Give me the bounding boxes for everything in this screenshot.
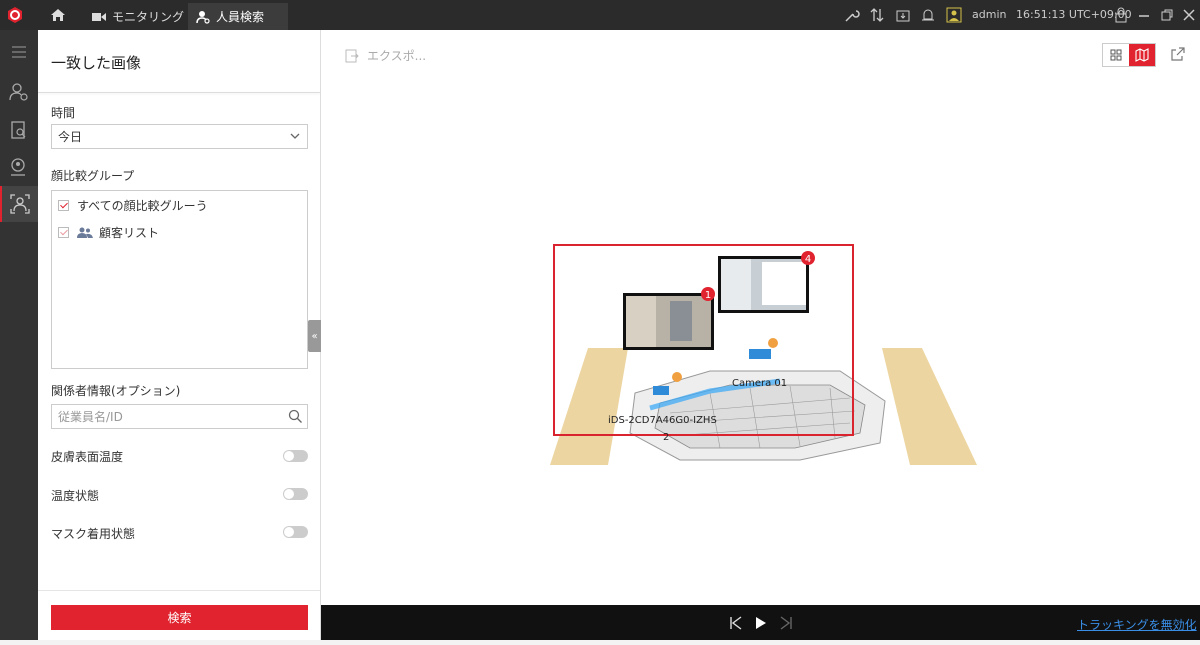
grid-icon xyxy=(1110,49,1122,61)
transfer-icon[interactable] xyxy=(869,7,885,23)
time-select[interactable]: 今日 xyxy=(51,124,308,149)
camera-label: Camera 01 xyxy=(732,378,787,389)
person-search-input[interactable] xyxy=(52,405,272,428)
wrench-icon[interactable] xyxy=(843,7,861,23)
skip-start-icon[interactable] xyxy=(729,616,743,630)
map-view-button[interactable] xyxy=(1129,44,1155,66)
minimize-icon[interactable] xyxy=(1137,7,1151,23)
face-search-icon xyxy=(11,158,25,176)
username[interactable]: admin xyxy=(972,8,1006,21)
time-label: 時間 xyxy=(51,106,76,120)
download-icon[interactable] xyxy=(895,7,911,23)
group-customer-checkbox[interactable] xyxy=(58,227,69,238)
group-customer-row[interactable]: 顧客リスト xyxy=(58,224,159,241)
group-customer-label: 顧客リスト xyxy=(99,226,160,240)
person-info-label: 関係者情報(オプション) xyxy=(51,384,181,398)
chevron-down-icon xyxy=(290,133,300,139)
group-list: すべての顔比較グルーう 顧客リスト xyxy=(51,190,308,369)
map-zone-left xyxy=(550,348,628,465)
person-frame-icon xyxy=(10,194,30,214)
divider xyxy=(38,92,320,93)
temp-status-toggle[interactable] xyxy=(283,488,308,500)
person-search-box[interactable] xyxy=(51,404,308,429)
group-label: 顔比較グループ xyxy=(51,169,135,183)
person-add-icon xyxy=(9,83,28,101)
tab-monitoring[interactable]: モニタリング xyxy=(84,3,184,30)
skin-temp-label: 皮膚表面温度 xyxy=(51,450,124,464)
restore-icon[interactable] xyxy=(1160,7,1174,23)
nav-record-search[interactable] xyxy=(0,112,38,148)
camera-marker[interactable] xyxy=(768,338,778,348)
badge-1: 1 xyxy=(705,290,711,301)
popout-icon[interactable] xyxy=(1171,47,1185,61)
camera-marker[interactable] xyxy=(672,372,682,382)
floor-plan xyxy=(629,349,886,461)
badge-4: 4 xyxy=(805,254,811,265)
group-all-checkbox[interactable] xyxy=(58,200,69,211)
group-all-label: すべての顔比較グルーう xyxy=(77,199,208,213)
export-icon xyxy=(345,49,359,62)
home-icon[interactable] xyxy=(50,8,66,22)
panel-title: 一致した画像 xyxy=(51,54,142,72)
disable-tracking-link[interactable]: トラッキングを無効化 xyxy=(1077,616,1197,633)
export-button[interactable]: エクスポ... xyxy=(345,47,426,64)
play-icon[interactable] xyxy=(754,616,768,630)
group-all-row[interactable]: すべての顔比較グルーう xyxy=(58,197,208,214)
skin-temp-toggle[interactable] xyxy=(283,450,308,462)
mask-status-toggle[interactable] xyxy=(283,526,308,538)
lock-icon[interactable] xyxy=(1114,7,1128,23)
view-toggle-group xyxy=(1102,43,1156,67)
device-number: 2 xyxy=(663,432,669,443)
search-icon[interactable] xyxy=(288,409,303,424)
nav-person-register[interactable] xyxy=(0,74,38,110)
close-icon[interactable] xyxy=(1182,7,1196,23)
camera-thumbnail-1[interactable]: 1 xyxy=(623,287,715,350)
tab-person-search[interactable]: 人員検索 xyxy=(188,3,288,30)
time-select-value: 今日 xyxy=(58,130,83,144)
nav-person-search[interactable] xyxy=(0,186,38,222)
search-button[interactable]: 検索 xyxy=(51,605,308,630)
user-avatar-icon[interactable] xyxy=(946,7,962,23)
main-area: エクスポ... 1 4 Camera 01 iDS-2CD7A46G0-IZHS… xyxy=(321,30,1200,605)
playback-bar: トラッキングを無効化 xyxy=(321,605,1200,640)
map-zone-right xyxy=(882,348,977,465)
tracking-map[interactable]: 1 4 Camera 01 iDS-2CD7A46G0-IZHS 2 xyxy=(550,243,980,473)
tab-monitoring-label: モニタリング xyxy=(112,10,185,24)
grid-view-button[interactable] xyxy=(1103,44,1129,66)
collapse-panel-button[interactable]: « xyxy=(308,320,321,352)
bottom-strip xyxy=(0,640,1200,645)
mask-status-label: マスク着用状態 xyxy=(51,527,136,541)
people-group-icon xyxy=(77,227,93,238)
left-nav xyxy=(0,30,38,645)
skip-end-icon[interactable] xyxy=(779,616,793,630)
camera-thumbnail-4[interactable]: 4 xyxy=(718,251,815,313)
person-search-icon xyxy=(196,10,210,24)
menu-button[interactable] xyxy=(0,34,38,70)
document-search-icon xyxy=(11,121,26,139)
temp-status-label: 温度状態 xyxy=(51,489,100,503)
divider xyxy=(38,590,320,591)
export-label: エクスポ... xyxy=(367,49,427,63)
search-panel: 一致した画像 時間 今日 顔比較グループ すべての顔比較グルーう 顧客リスト 関… xyxy=(38,30,321,645)
map-icon xyxy=(1135,48,1149,62)
menu-icon xyxy=(12,46,26,58)
video-camera-icon xyxy=(92,12,106,21)
alarm-bell-icon[interactable] xyxy=(920,7,936,23)
tab-person-search-label: 人員検索 xyxy=(216,10,265,24)
app-logo-icon xyxy=(8,7,22,23)
title-bar: モニタリング 人員検索 admin 16:51:13 UTC+09:00 xyxy=(0,0,1200,30)
nav-face-search[interactable] xyxy=(0,149,38,185)
device-label: iDS-2CD7A46G0-IZHS xyxy=(608,415,717,426)
